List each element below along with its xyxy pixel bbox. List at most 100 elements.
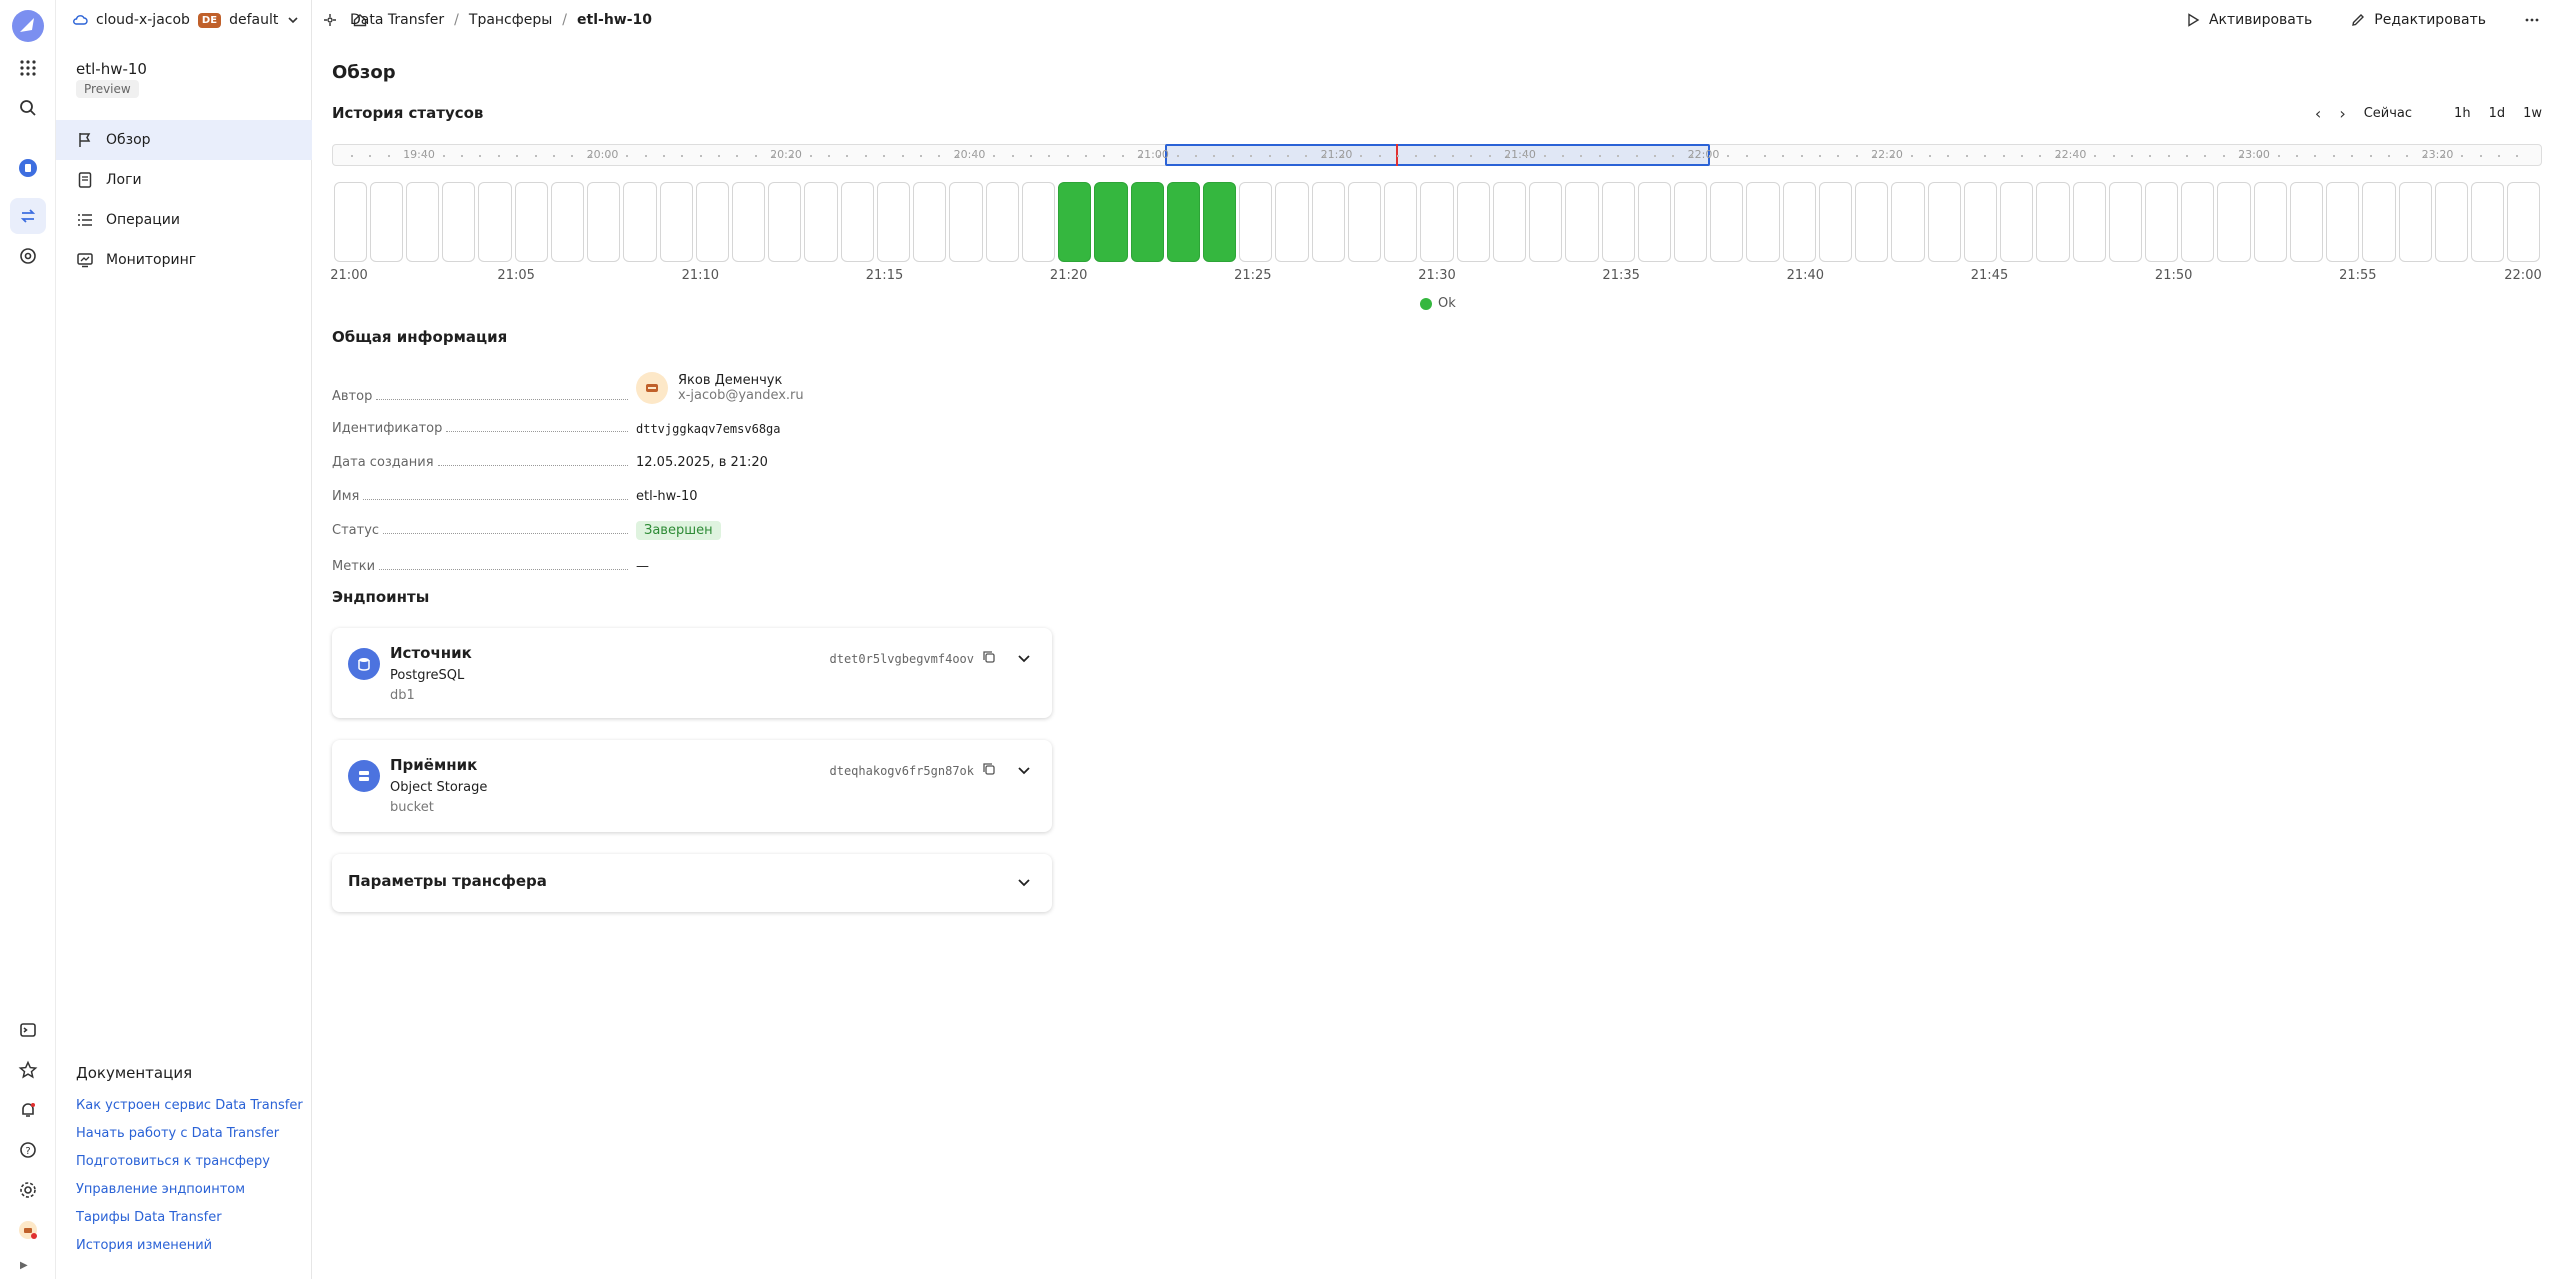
status-slot-ok[interactable] bbox=[1094, 182, 1128, 262]
activate-button[interactable]: Активировать bbox=[2185, 12, 2312, 28]
status-slot-empty[interactable] bbox=[949, 182, 983, 262]
range-1h-button[interactable]: 1h bbox=[2454, 106, 2471, 121]
service-dashboard-icon[interactable] bbox=[10, 150, 46, 186]
globe-icon[interactable] bbox=[10, 238, 46, 274]
status-slot-ok[interactable] bbox=[1203, 182, 1237, 262]
status-slot-empty[interactable] bbox=[2434, 182, 2469, 262]
status-slot-empty[interactable] bbox=[1529, 182, 1563, 262]
copy-icon[interactable] bbox=[982, 762, 996, 776]
network-icon[interactable] bbox=[322, 12, 338, 28]
status-slot-empty[interactable] bbox=[2000, 182, 2034, 262]
status-slot-empty[interactable] bbox=[442, 182, 476, 262]
status-slot-empty[interactable] bbox=[1637, 182, 1671, 262]
range-1w-button[interactable]: 1w bbox=[2523, 106, 2542, 121]
star-icon[interactable] bbox=[10, 1052, 46, 1088]
sidebar-item-logs[interactable]: Логи bbox=[56, 160, 312, 200]
edit-button[interactable]: Редактировать bbox=[2350, 12, 2486, 28]
data-transfer-icon[interactable] bbox=[10, 198, 46, 234]
status-slot-empty[interactable] bbox=[913, 182, 947, 262]
status-slot-empty[interactable] bbox=[2144, 182, 2179, 262]
timeline-overview[interactable]: 19:40 20:00 20:20 20:40 21:00 21:20 21:40 22:00… bbox=[332, 144, 2542, 166]
status-slot-empty[interactable] bbox=[1021, 182, 1056, 262]
status-slot-ok[interactable] bbox=[1166, 182, 1200, 262]
chevron-down-icon[interactable] bbox=[1016, 874, 1032, 890]
status-slot-empty[interactable] bbox=[2507, 182, 2541, 262]
cloud-logo-icon[interactable] bbox=[8, 6, 48, 46]
status-slot-empty[interactable] bbox=[1710, 182, 1744, 262]
breadcrumb-transfers[interactable]: Трансферы bbox=[469, 12, 552, 28]
help-icon[interactable]: ? bbox=[10, 1132, 46, 1168]
status-slot-empty[interactable] bbox=[550, 182, 585, 262]
expand-rail-icon[interactable]: ▶ bbox=[20, 1260, 28, 1271]
status-slot-empty[interactable] bbox=[2362, 182, 2396, 262]
search-icon[interactable] bbox=[10, 90, 46, 126]
breadcrumb-data-transfer[interactable]: Data Transfer bbox=[350, 12, 444, 28]
status-slot-empty[interactable] bbox=[2181, 182, 2215, 262]
sidebar-item-monitoring[interactable]: Мониторинг bbox=[56, 240, 312, 280]
status-slot-empty[interactable] bbox=[1927, 182, 1961, 262]
status-slot-empty[interactable] bbox=[1673, 182, 1708, 262]
status-slot-empty[interactable] bbox=[840, 182, 874, 262]
cloud-name[interactable]: cloud-x-jacob bbox=[96, 12, 190, 28]
status-slot-empty[interactable] bbox=[1746, 182, 1780, 262]
timeline-selection-window[interactable] bbox=[1165, 144, 1710, 166]
status-slot-empty[interactable] bbox=[1275, 182, 1309, 262]
chevron-down-icon[interactable] bbox=[286, 13, 300, 27]
status-slot-ok[interactable] bbox=[1130, 182, 1164, 262]
status-slot-empty[interactable] bbox=[587, 182, 621, 262]
status-slot-empty[interactable] bbox=[1855, 182, 1889, 262]
copy-icon[interactable] bbox=[982, 650, 996, 664]
status-slot-empty[interactable] bbox=[1384, 182, 1418, 262]
status-slot-empty[interactable] bbox=[695, 182, 729, 262]
status-slot-empty[interactable] bbox=[1456, 182, 1490, 262]
bell-icon[interactable] bbox=[10, 1092, 46, 1128]
more-menu-icon[interactable] bbox=[2524, 12, 2540, 28]
status-slot-empty[interactable] bbox=[876, 182, 911, 262]
status-slot-empty[interactable] bbox=[1492, 182, 1527, 262]
status-slot-empty[interactable] bbox=[514, 182, 548, 262]
chevron-right-icon[interactable]: › bbox=[2339, 104, 2345, 123]
status-slot-empty[interactable] bbox=[768, 182, 802, 262]
status-slot-empty[interactable] bbox=[732, 182, 766, 262]
status-slot-ok[interactable] bbox=[1058, 182, 1092, 262]
status-slot-empty[interactable] bbox=[2289, 182, 2324, 262]
chevron-down-icon[interactable] bbox=[1016, 762, 1032, 778]
cloud-folder-selector[interactable]: cloud-x-jacob DE default bbox=[72, 0, 368, 40]
status-slot-empty[interactable] bbox=[333, 182, 367, 262]
status-slot-empty[interactable] bbox=[1311, 182, 1345, 262]
status-slot-empty[interactable] bbox=[1891, 182, 1925, 262]
status-slot-empty[interactable] bbox=[2253, 182, 2287, 262]
now-button[interactable]: Сейчас bbox=[2364, 106, 2412, 121]
user-avatar-icon[interactable] bbox=[10, 1212, 46, 1248]
sidebar-item-operations[interactable]: Операции bbox=[56, 200, 312, 240]
status-slot-empty[interactable] bbox=[2326, 182, 2360, 262]
status-slot-empty[interactable] bbox=[478, 182, 512, 262]
chevron-down-icon[interactable] bbox=[1016, 650, 1032, 666]
author-avatar[interactable] bbox=[636, 372, 668, 404]
doc-link-changelog[interactable]: История изменений bbox=[76, 1232, 306, 1260]
doc-link-pricing[interactable]: Тарифы Data Transfer bbox=[76, 1204, 306, 1232]
status-slot-empty[interactable] bbox=[1963, 182, 1998, 262]
status-slot-empty[interactable] bbox=[659, 182, 693, 262]
status-slot-empty[interactable] bbox=[2398, 182, 2432, 262]
doc-link-getting-started[interactable]: Начать работу с Data Transfer bbox=[76, 1120, 306, 1148]
status-slot-empty[interactable] bbox=[1239, 182, 1273, 262]
status-slot-empty[interactable] bbox=[1565, 182, 1599, 262]
transfer-params-card[interactable]: Параметры трансфера bbox=[332, 854, 1052, 912]
status-slot-empty[interactable] bbox=[2217, 182, 2251, 262]
status-slot-empty[interactable] bbox=[1347, 182, 1382, 262]
status-slot-empty[interactable] bbox=[2471, 182, 2505, 262]
status-slot-empty[interactable] bbox=[369, 182, 403, 262]
terminal-icon[interactable] bbox=[10, 1012, 46, 1048]
status-slot-empty[interactable] bbox=[804, 182, 838, 262]
status-slot-empty[interactable] bbox=[1782, 182, 1816, 262]
sidebar-item-overview[interactable]: Обзор bbox=[56, 120, 312, 160]
status-slot-empty[interactable] bbox=[623, 182, 657, 262]
doc-link-endpoint-management[interactable]: Управление эндпоинтом bbox=[76, 1176, 306, 1204]
settings-gear-icon[interactable] bbox=[10, 1172, 46, 1208]
chevron-left-icon[interactable]: ‹ bbox=[2315, 104, 2321, 123]
apps-grid-icon[interactable] bbox=[10, 50, 46, 86]
range-1d-button[interactable]: 1d bbox=[2489, 106, 2506, 121]
status-slot-empty[interactable] bbox=[1601, 182, 1635, 262]
source-endpoint-card[interactable]: Источник PostgreSQL db1 dtet0r5lvgbegvmf… bbox=[332, 628, 1052, 718]
